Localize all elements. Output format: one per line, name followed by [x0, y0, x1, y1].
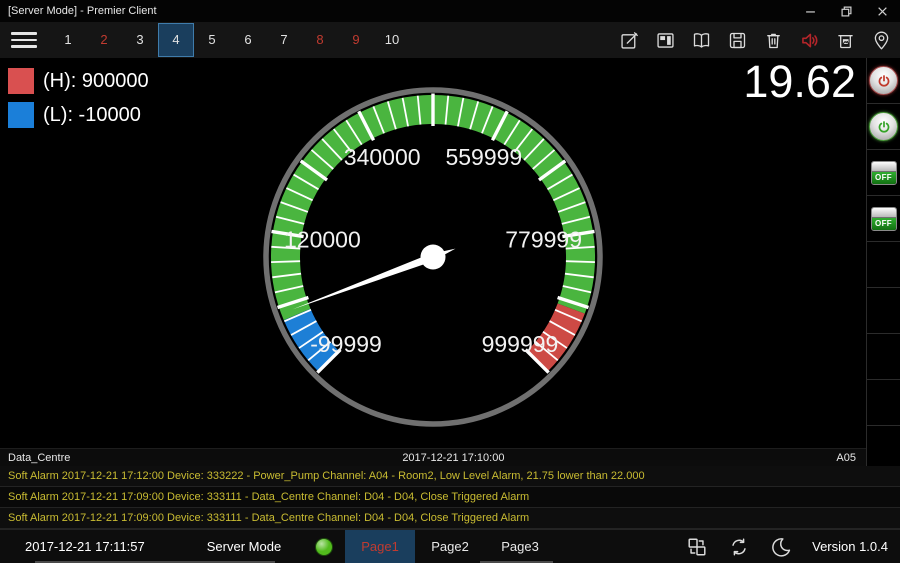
toggle-label: OFF	[872, 172, 896, 184]
location-icon[interactable]	[871, 30, 892, 51]
gauge: -99999 120000 340000 559999 779999 999999	[257, 81, 609, 433]
power-button-green[interactable]	[869, 112, 898, 141]
mode-status-indicator	[315, 538, 333, 556]
svg-text:340000: 340000	[344, 144, 421, 170]
image-capture-icon[interactable]	[835, 30, 856, 51]
power-icon	[876, 73, 892, 89]
tab-10[interactable]: 10	[374, 23, 410, 57]
minimize-icon	[805, 6, 816, 17]
statusbar-page1[interactable]: Page1	[345, 530, 415, 563]
alarm-row[interactable]: Soft Alarm 2017-12-21 17:12:00 Device: 3…	[0, 466, 900, 487]
tab-1[interactable]: 1	[50, 23, 86, 57]
save-icon[interactable]	[727, 30, 748, 51]
toggle-knob	[872, 208, 896, 218]
power-button-red[interactable]	[869, 66, 898, 95]
book-icon[interactable]	[691, 30, 712, 51]
toggle-label: OFF	[872, 218, 896, 230]
svg-text:779999: 779999	[505, 226, 582, 252]
layout-icon[interactable]	[655, 30, 676, 51]
svg-text:120000: 120000	[284, 226, 361, 252]
side-cell-7	[867, 334, 900, 380]
edit-icon[interactable]	[619, 30, 640, 51]
title-bar: [Server Mode] - Premier Client	[0, 0, 900, 22]
gauge-dial: -99999 120000 340000 559999 779999 999999	[257, 81, 609, 433]
tab-3[interactable]: 3	[122, 23, 158, 57]
side-cell-6	[867, 288, 900, 334]
statusbar-page2[interactable]: Page2	[415, 530, 485, 563]
tab-4[interactable]: 4	[158, 23, 194, 57]
side-cell-8	[867, 380, 900, 426]
alarm-row[interactable]: Soft Alarm 2017-12-21 17:09:00 Device: 3…	[0, 508, 900, 529]
tab-2[interactable]: 2	[86, 23, 122, 57]
tab-6[interactable]: 6	[230, 23, 266, 57]
power-icon	[876, 119, 892, 135]
svg-text:999999: 999999	[482, 331, 559, 357]
speaker-icon[interactable]	[799, 30, 820, 51]
side-cell-4: OFF	[867, 196, 900, 242]
high-alarm-label: (H): 900000	[43, 70, 149, 93]
restore-button[interactable]	[828, 0, 864, 22]
night-mode-icon[interactable]	[770, 536, 792, 558]
gauge-info-row: Data_Centre 2017-12-21 17:10:00 A05	[0, 448, 866, 466]
low-alarm-swatch	[8, 102, 34, 128]
tab-8[interactable]: 8	[302, 23, 338, 57]
menu-button[interactable]	[11, 32, 37, 47]
status-right-tools: Version 1.0.4	[686, 536, 900, 558]
page-switcher: Page1Page2Page3	[345, 530, 555, 563]
trash-icon[interactable]	[763, 30, 784, 51]
status-clock: 2017-12-21 17:11:57	[25, 539, 145, 554]
channel-label: A05	[836, 452, 866, 464]
device-name: Data_Centre	[0, 452, 70, 464]
gauge-panel: (H): 900000 (L): -10000 19.62 -99999 1200…	[0, 58, 900, 466]
window-title: [Server Mode] - Premier Client	[0, 5, 157, 17]
statusbar-page3[interactable]: Page3	[485, 530, 555, 563]
side-cell-2	[867, 104, 900, 150]
swap-layout-icon[interactable]	[686, 536, 708, 558]
minimize-button[interactable]	[792, 0, 828, 22]
current-value: 19.62	[743, 56, 856, 108]
high-alarm-swatch	[8, 68, 34, 94]
tab-9[interactable]: 9	[338, 23, 374, 57]
close-icon	[877, 6, 888, 17]
version-label: Version 1.0.4	[812, 539, 888, 554]
toggle-knob	[872, 162, 896, 172]
legend-high-row: (H): 900000	[0, 64, 149, 98]
page-tabs: 12345678910	[50, 22, 410, 58]
window-controls	[792, 0, 900, 22]
sync-icon[interactable]	[728, 536, 750, 558]
alarm-row[interactable]: Soft Alarm 2017-12-21 17:09:00 Device: 3…	[0, 487, 900, 508]
side-cell-3: OFF	[867, 150, 900, 196]
svg-text:559999: 559999	[445, 144, 522, 170]
side-cell-1	[867, 58, 900, 104]
alarm-list: Soft Alarm 2017-12-21 17:12:00 Device: 3…	[0, 466, 900, 529]
toggle-switch[interactable]: OFF	[871, 207, 897, 231]
restore-icon	[841, 6, 852, 17]
alarm-legend: (H): 900000 (L): -10000	[0, 64, 149, 132]
premier-client-window: [Server Mode] - Premier Client 123456789…	[0, 0, 900, 563]
svg-text:-99999: -99999	[310, 331, 382, 357]
close-button[interactable]	[864, 0, 900, 22]
toggle-switch[interactable]: OFF	[871, 161, 897, 185]
tab-bar: 12345678910	[0, 22, 900, 58]
tab-7[interactable]: 7	[266, 23, 302, 57]
side-cell-5	[867, 242, 900, 288]
mode-label: Server Mode	[207, 539, 281, 554]
tab-5[interactable]: 5	[194, 23, 230, 57]
reading-timestamp: 2017-12-21 17:10:00	[70, 452, 836, 464]
toolbar	[619, 30, 900, 51]
legend-low-row: (L): -10000	[0, 98, 149, 132]
low-alarm-label: (L): -10000	[43, 104, 141, 127]
status-bar: 2017-12-21 17:11:57 Server Mode Page1Pag…	[0, 529, 900, 563]
side-control-panel: OFF OFF	[866, 58, 900, 466]
